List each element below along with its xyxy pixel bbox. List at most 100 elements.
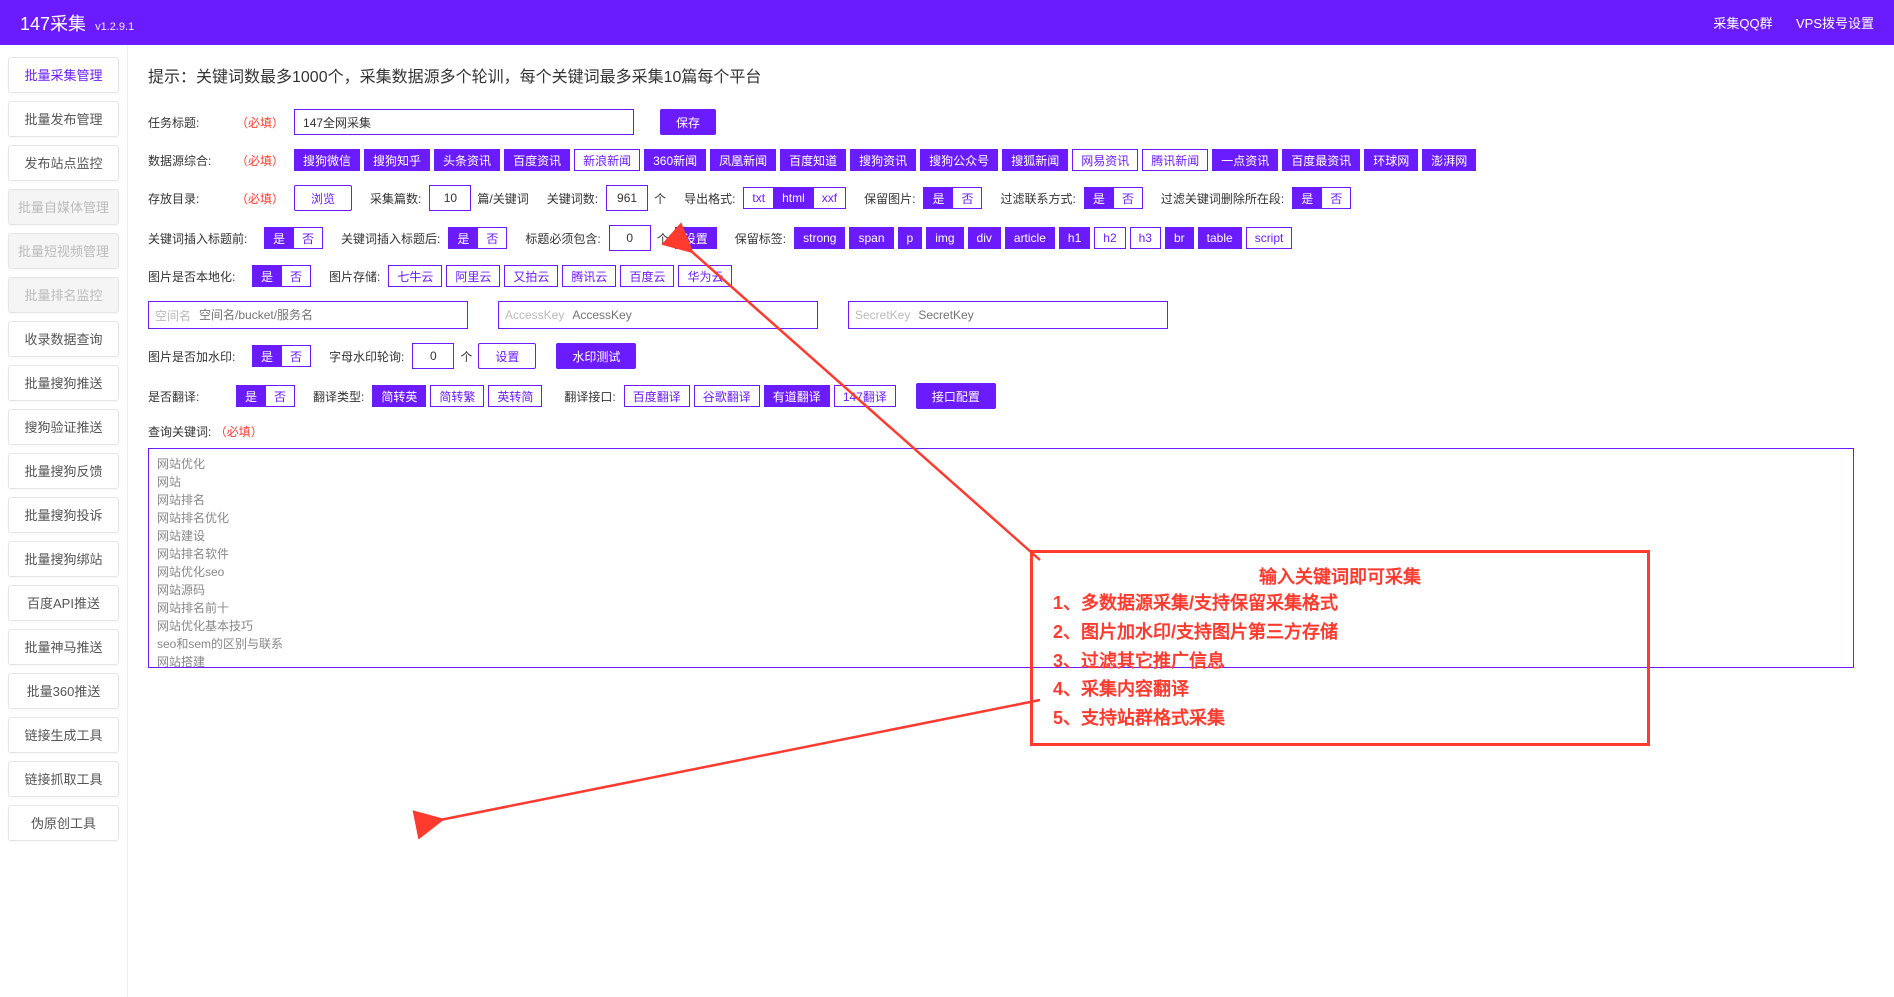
opt-yes[interactable]: 是 (1084, 187, 1114, 209)
watermark-seg: 是 否 (252, 345, 311, 367)
sidebar: 批量采集管理批量发布管理发布站点监控批量自媒体管理批量短视频管理批量排名监控收录… (0, 45, 128, 997)
sidebar-item[interactable]: 批量360推送 (8, 673, 119, 709)
source-tag[interactable]: 百度资讯 (504, 149, 570, 171)
save-button[interactable]: 保存 (660, 109, 716, 135)
keep-tag[interactable]: h3 (1130, 227, 1161, 249)
sidebar-item[interactable]: 搜狗验证推送 (8, 409, 119, 445)
keep-tag[interactable]: p (898, 227, 923, 249)
sidebar-item[interactable]: 链接生成工具 (8, 717, 119, 753)
browse-button[interactable]: 浏览 (294, 185, 352, 211)
accesskey-input[interactable] (572, 308, 811, 322)
label-query-kw: 查询关键词: (148, 425, 211, 439)
sidebar-item[interactable]: 百度API推送 (8, 585, 119, 621)
opt-no[interactable]: 否 (1322, 187, 1351, 209)
opt-no[interactable]: 否 (953, 187, 982, 209)
api-config-button[interactable]: 接口配置 (916, 383, 996, 409)
img-local-seg: 是 否 (252, 265, 311, 287)
source-tag[interactable]: 凤凰新闻 (710, 149, 776, 171)
keep-tag[interactable]: div (968, 227, 1001, 249)
sidebar-item[interactable]: 批量搜狗推送 (8, 365, 119, 401)
keep-tag[interactable]: table (1198, 227, 1242, 249)
secretkey-input[interactable] (918, 308, 1161, 322)
keep-tag[interactable]: script (1246, 227, 1293, 249)
opt-no[interactable]: 否 (1114, 187, 1143, 209)
source-tag[interactable]: 360新闻 (644, 149, 706, 171)
label-export-fmt: 导出格式: (684, 190, 735, 207)
trans-api-tag[interactable]: 147翻译 (834, 385, 896, 407)
sidebar-item[interactable]: 批量采集管理 (8, 57, 119, 93)
opt-yes[interactable]: 是 (923, 187, 953, 209)
wm-seq-set-button[interactable]: 设置 (478, 343, 536, 369)
trans-api-tag[interactable]: 百度翻译 (624, 385, 690, 407)
opt-yes[interactable]: 是 (1292, 187, 1322, 209)
fmt-option[interactable]: xxf (814, 187, 846, 209)
space-name-input[interactable] (199, 308, 461, 322)
source-tag[interactable]: 腾讯新闻 (1142, 149, 1208, 171)
kw-after-seg: 是 否 (448, 227, 507, 249)
wm-seq-input[interactable] (412, 343, 454, 369)
img-store-group: 七牛云阿里云又拍云腾讯云百度云华为云 (388, 265, 736, 287)
source-tag[interactable]: 澎湃网 (1422, 149, 1476, 171)
store-tag[interactable]: 腾讯云 (562, 265, 616, 287)
sidebar-item[interactable]: 发布站点监控 (8, 145, 119, 181)
translate-seg: 是 否 (236, 385, 295, 407)
source-tag[interactable]: 搜狗微信 (294, 149, 360, 171)
trans-api-group: 百度翻译谷歌翻译有道翻译147翻译 (624, 385, 900, 407)
sidebar-item[interactable]: 批量搜狗绑站 (8, 541, 119, 577)
keep-tag[interactable]: h1 (1059, 227, 1090, 249)
trans-api-tag[interactable]: 有道翻译 (764, 385, 830, 407)
sidebar-item[interactable]: 伪原创工具 (8, 805, 119, 841)
store-tag[interactable]: 又拍云 (504, 265, 558, 287)
trans-type-tag[interactable]: 简转繁 (430, 385, 484, 407)
keep-tag[interactable]: br (1165, 227, 1194, 249)
source-tag[interactable]: 搜狗资讯 (850, 149, 916, 171)
store-tag[interactable]: 七牛云 (388, 265, 442, 287)
source-tag[interactable]: 搜狗知乎 (364, 149, 430, 171)
sidebar-item[interactable]: 链接抓取工具 (8, 761, 119, 797)
label-collect-count: 采集篇数: (370, 190, 421, 207)
keep-tag[interactable]: img (926, 227, 963, 249)
trans-type-tag[interactable]: 英转简 (488, 385, 542, 407)
sidebar-item[interactable]: 批量神马推送 (8, 629, 119, 665)
sidebar-item: 批量排名监控 (8, 277, 119, 313)
fmt-option[interactable]: html (774, 187, 814, 209)
label-translate: 是否翻译: (148, 388, 230, 405)
sidebar-item[interactable]: 批量搜狗投诉 (8, 497, 119, 533)
sidebar-item[interactable]: 批量搜狗反馈 (8, 453, 119, 489)
store-tag[interactable]: 华为云 (678, 265, 732, 287)
store-tag[interactable]: 百度云 (620, 265, 674, 287)
sidebar-item[interactable]: 收录数据查询 (8, 321, 119, 357)
label-watermark: 图片是否加水印: (148, 348, 246, 365)
secretkey-field[interactable]: SecretKey (848, 301, 1168, 329)
collect-count-input[interactable] (429, 185, 471, 211)
source-tag[interactable]: 网易资讯 (1072, 149, 1138, 171)
store-tag[interactable]: 阿里云 (446, 265, 500, 287)
source-tag[interactable]: 环球网 (1364, 149, 1418, 171)
link-vps-setting[interactable]: VPS拨号设置 (1796, 16, 1874, 31)
kw-count-input[interactable] (606, 185, 648, 211)
trans-api-tag[interactable]: 谷歌翻译 (694, 385, 760, 407)
kw-before-seg: 是 否 (264, 227, 323, 249)
task-title-input[interactable] (294, 109, 634, 135)
accesskey-field[interactable]: AccessKey (498, 301, 818, 329)
title-must-set-button[interactable]: 设置 (675, 227, 717, 249)
source-tag[interactable]: 搜狐新闻 (1002, 149, 1068, 171)
keep-tag[interactable]: span (849, 227, 893, 249)
source-tag[interactable]: 新浪新闻 (574, 149, 640, 171)
link-qq-group[interactable]: 采集QQ群 (1713, 16, 1772, 31)
watermark-test-button[interactable]: 水印测试 (556, 343, 636, 369)
keep-tag[interactable]: strong (794, 227, 845, 249)
fmt-option[interactable]: txt (743, 187, 774, 209)
sidebar-item[interactable]: 批量发布管理 (8, 101, 119, 137)
source-tag[interactable]: 头条资讯 (434, 149, 500, 171)
space-name-field[interactable]: 空间名 (148, 301, 468, 329)
source-tag[interactable]: 一点资讯 (1212, 149, 1278, 171)
keep-tag[interactable]: article (1005, 227, 1055, 249)
source-tag[interactable]: 百度知道 (780, 149, 846, 171)
page-hint: 提示：关键词数最多1000个，采集数据源多个轮训，每个关键词最多采集10篇每个平… (148, 63, 1874, 87)
keep-tag[interactable]: h2 (1094, 227, 1125, 249)
trans-type-tag[interactable]: 简转英 (372, 385, 426, 407)
title-must-input[interactable] (609, 225, 651, 251)
source-tag[interactable]: 百度最资讯 (1282, 149, 1360, 171)
source-tag[interactable]: 搜狗公众号 (920, 149, 998, 171)
